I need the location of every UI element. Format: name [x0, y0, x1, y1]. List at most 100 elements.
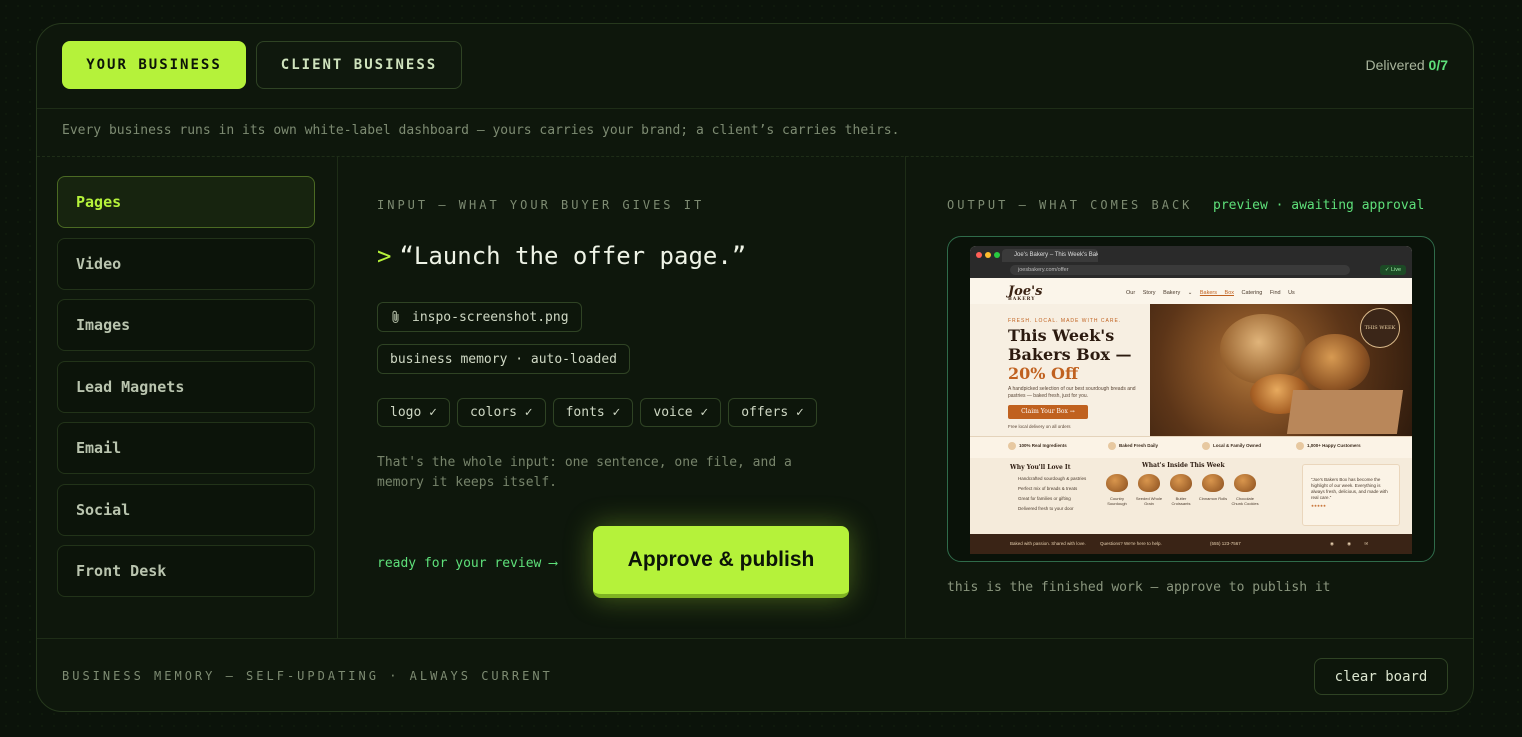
pastry-name: Country Sourdough [1107, 496, 1127, 506]
close-dot-icon [976, 252, 982, 258]
why-item: Handcrafted sourdough & pastries [1018, 476, 1087, 481]
delivered-label: Delivered [1365, 57, 1425, 73]
feature-item: Local & Family Owned [1202, 442, 1261, 450]
inside-title: What's Inside This Week [1142, 462, 1225, 469]
feature-item: 1,000+ Happy Customers [1296, 442, 1361, 450]
hero-eyebrow: FRESH. LOCAL. MADE WITH CARE. [1008, 318, 1122, 324]
sidebar-item-email[interactable]: Email [57, 422, 315, 474]
sidebar-item-lead-magnets[interactable]: Lead Magnets [57, 361, 315, 413]
site-logo: Joe's BAKERY [1008, 284, 1042, 302]
sidebar: Pages Video Images Lead Magnets Email So… [37, 156, 338, 638]
sidebar-item-images[interactable]: Images [57, 299, 315, 351]
sidebar-item-pages[interactable]: Pages [57, 176, 315, 228]
prompt-quote: > “Launch the offer page.” [377, 242, 746, 270]
hero-headline: This Week's Bakers Box — 20% Off [1008, 326, 1131, 383]
check-fonts: fonts ✓ [552, 398, 634, 427]
feature-icon [1108, 442, 1116, 450]
footer-help: Questions? We're here to help. [1100, 541, 1162, 546]
social-icons: ◉ ◉ ✉ [1330, 541, 1375, 546]
feature-icon [1296, 442, 1304, 450]
input-column: INPUT — WHAT YOUR BUYER GIVES IT > “Launc… [337, 156, 906, 638]
site-footer: Baked with passion. Shared with love. Qu… [970, 534, 1412, 554]
delivered-count: 0/7 [1428, 57, 1448, 73]
minimize-dot-icon [985, 252, 991, 258]
pastry-name: Seeded Whole Grain [1135, 496, 1163, 506]
why-title: Why You'll Love It [1010, 464, 1071, 471]
attachment-chip[interactable]: inspo-screenshot.png [377, 302, 582, 332]
nav-link: Bakers Box [1199, 290, 1234, 296]
pastry-image [1202, 474, 1224, 492]
check-voice: voice ✓ [640, 398, 722, 427]
prompt-marker: > [377, 242, 392, 270]
why-item: Perfect mix of breads & treats [1018, 486, 1078, 491]
delivery-note: Free local delivery on all orders [1008, 424, 1071, 429]
approve-publish-button[interactable]: Approve & publish [593, 526, 849, 598]
prompt-text: “Launch the offer page.” [399, 242, 747, 270]
headline-line1: This Week's [1008, 326, 1115, 345]
subtitle: Every business runs in its own white-lab… [62, 123, 900, 138]
footer-tagline: Baked with passion. Shared with love. [1010, 541, 1086, 546]
output-status: preview · awaiting approval [1213, 198, 1425, 213]
subtitle-bar: Every business runs in its own white-lab… [37, 108, 1473, 157]
nav-link: Our Story [1126, 290, 1156, 296]
output-column: OUTPUT — WHAT COMES BACK preview · await… [905, 156, 1473, 638]
browser-preview: Joe's Bakery – This Week's Bakers Box jo… [970, 246, 1412, 554]
pastry-image [1170, 474, 1192, 492]
nav-link: Find Us [1269, 290, 1295, 296]
feature-item: 100% Real Ingredients [1008, 442, 1067, 450]
tab-your-business[interactable]: YOUR BUSINESS [62, 41, 246, 89]
hero-subtext: A handpicked selection of our best sourd… [1008, 386, 1136, 399]
testimonial-text: “Joe's Bakers Box has become the highlig… [1311, 477, 1388, 500]
sidebar-item-video[interactable]: Video [57, 238, 315, 290]
clear-board-button[interactable]: clear board [1314, 658, 1448, 695]
pastry-name: Butter Croissants [1171, 496, 1191, 506]
input-label: INPUT — WHAT YOUR BUYER GIVES IT [377, 198, 705, 212]
dashboard-panel: YOUR BUSINESS CLIENT BUSINESS Delivered … [36, 23, 1474, 712]
memory-checks: logo ✓ colors ✓ fonts ✓ voice ✓ offers ✓ [377, 398, 817, 427]
site-nav-links: Our Story Bakery ⌄ Bakers Box Catering F… [1126, 290, 1295, 296]
headline-line2: Bakers Box — [1008, 345, 1132, 364]
sidebar-item-social[interactable]: Social [57, 484, 315, 536]
maximize-dot-icon [994, 252, 1000, 258]
feature-icon [1008, 442, 1016, 450]
feature-icon [1202, 442, 1210, 450]
headline-offer: 20% Off [1008, 364, 1079, 383]
star-rating: ★★★★★ [1311, 503, 1327, 509]
feature-item: Baked Fresh Daily [1108, 442, 1158, 450]
bread-loaf-shape [1220, 314, 1306, 384]
check-colors: colors ✓ [456, 398, 546, 427]
output-caption: this is the finished work — approve to p… [947, 580, 1331, 595]
pastry-image [1234, 474, 1256, 492]
check-offers: offers ✓ [728, 398, 817, 427]
sidebar-item-front-desk[interactable]: Front Desk [57, 545, 315, 597]
bread-loaf-shape [1300, 334, 1370, 392]
paperclip-icon [392, 310, 399, 324]
check-logo: logo ✓ [377, 398, 450, 427]
box-shape [1286, 390, 1404, 434]
pastry-image [1138, 474, 1160, 492]
delivered-counter: Delivered 0/7 [1366, 57, 1449, 73]
this-week-badge: THIS WEEK [1360, 308, 1400, 348]
bottom-bar: BUSINESS MEMORY — SELF-UPDATING · ALWAYS… [37, 638, 1473, 711]
memory-status: BUSINESS MEMORY — SELF-UPDATING · ALWAYS… [62, 669, 553, 683]
why-item: Delivered fresh to your door [1018, 506, 1074, 511]
url-bar: joesbakery.com/offer [1010, 265, 1350, 275]
testimonial-card: “Joe's Bakers Box has become the highlig… [1302, 464, 1400, 526]
ready-text: ready for your review ⟶ [377, 556, 558, 571]
pastry-name: Cinnamon Rolls [1198, 496, 1228, 501]
footer-phone: (555) 123-7567 [1210, 541, 1241, 546]
pastry-name: Chocolate Chunk Cookies [1231, 496, 1259, 506]
pastry-image [1106, 474, 1128, 492]
browser-chrome: Joe's Bakery – This Week's Bakers Box jo… [970, 246, 1412, 278]
why-item: Great for families or gifting [1018, 496, 1071, 501]
browser-tab: Joe's Bakery – This Week's Bakers Box [1002, 249, 1098, 262]
claim-box-button: Claim Your Box → [1008, 405, 1088, 419]
memory-chip: business memory · auto-loaded [377, 344, 630, 374]
preview-frame[interactable]: Joe's Bakery – This Week's Bakers Box jo… [947, 236, 1435, 562]
nav-link: Bakery ⌄ [1163, 290, 1193, 296]
nav-link: Catering [1241, 290, 1263, 296]
attachment-name: inspo-screenshot.png [412, 309, 569, 325]
live-badge: ✓ Live [1380, 265, 1406, 275]
tab-client-business[interactable]: CLIENT BUSINESS [256, 41, 462, 89]
input-description: That's the whole input: one sentence, on… [377, 455, 792, 490]
